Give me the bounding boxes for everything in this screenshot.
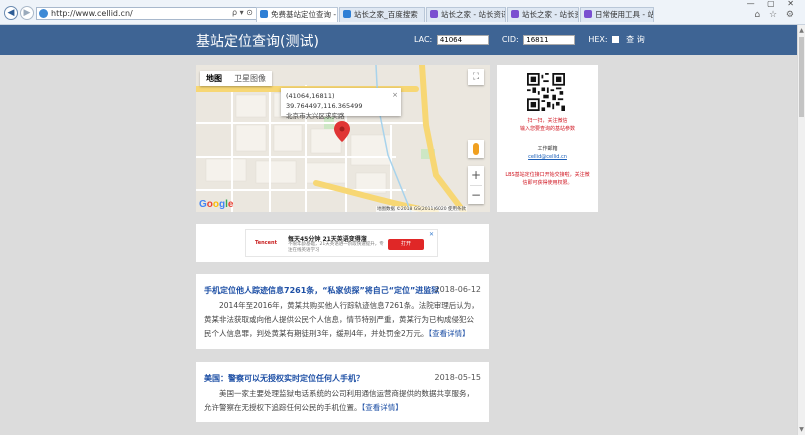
map-type-control: 地图 卫星图像 [200,71,272,86]
tab-favicon-icon [343,10,351,18]
browser-toolbar: ◀ ▶ http://www.cellid.cn/ ρ ▾ ⊙ ✕ 免费基站定位… [0,0,805,25]
scroll-down-icon[interactable]: ▼ [798,426,805,433]
scroll-thumb[interactable] [799,37,804,117]
news-date: 2018-06-12 [434,285,482,294]
browser-tab-2[interactable]: 站长之家_百度搜索 [339,7,425,22]
map-info-window: × (41064,16811) 39.764497,116.365499 北京市… [281,88,401,120]
google-logo: Google [199,199,234,210]
cid-label: CID: [501,35,519,44]
fullscreen-icon[interactable]: ⛶ [468,69,484,85]
forward-button[interactable]: ▶ [20,6,34,20]
cid-input[interactable] [523,34,576,45]
zoom-out-button[interactable]: − [468,186,484,204]
browser-tab-5[interactable]: 日常使用工具 - 站长工具 [580,7,654,22]
read-more-link[interactable]: 【查看详情】 [428,329,469,338]
lac-label: LAC: [414,35,433,44]
address-url: http://www.cellid.cn/ [51,9,133,18]
lbs-notice: LBS基站定位接口开始交接啦，关注微信即可获得使用权限。 [505,172,590,186]
browser-tab-4[interactable]: 站长之家 - 站长资讯 | 网站数... [507,7,579,22]
lac-input[interactable] [436,34,489,45]
ad-banner[interactable]: Tencent 每天45分钟 21天英语变得溜 不限年龄基础，21天英语进一阶段… [245,229,438,257]
info-address: 北京市大兴区求实路 [286,112,345,120]
browser-tab-3[interactable]: 站长之家 - 站长资讯 | 网站数... [426,7,506,22]
ad-description: 不限年龄基础，21天英语进一阶段快速提升，专注在线英语学习 [288,242,384,253]
tab-favicon-icon [511,10,519,18]
news-date: 2018-05-15 [434,373,482,382]
map-type-map-button[interactable]: 地图 [200,71,228,86]
news-title[interactable]: 手机定位他人踪迹信息7261条，“私家侦探”将自己“定位”进监狱 [204,285,439,296]
map-type-satellite-button[interactable]: 卫星图像 [228,71,272,86]
qr-instruction: 扫一扫，关注微信 输入您要查询的基站参数 [519,118,575,132]
page-title: 基站定位查询(测试) [196,34,319,50]
tab-favicon-icon [584,10,592,18]
favicon-icon [39,9,48,18]
query-button[interactable]: 查 询 [626,34,645,45]
tab-favicon-icon [430,10,438,18]
contact-label: 工作邮箱 [537,146,558,152]
news-body: 2014年至2016年，黄某共购买他人行踪轨迹信息7261条。法院审理后认为，黄… [204,301,479,338]
ad-close-icon[interactable]: ✕ [429,231,434,238]
browser-tab-1[interactable]: 免费基站定位查询 - 通过lac... [256,7,338,22]
advertisement: Tencent 每天45分钟 21天英语变得溜 不限年龄基础，21天英语进一阶段… [196,224,489,262]
hex-checkbox[interactable] [611,36,619,43]
news-title[interactable]: 美国：警察可以无授权实时定位任何人手机？ [204,373,364,384]
browser-tool-icons[interactable]: ⌂ ☆ ⚙ [754,10,797,20]
read-more-link[interactable]: 【查看详情】 [362,403,403,412]
query-form: LAC: CID: HEX: 查 询 [414,34,645,45]
email-link[interactable]: cellid@cellid.cn [503,153,592,161]
zoom-in-button[interactable]: + [468,166,484,185]
window-controls[interactable]: — ▢ ✕ [747,0,799,8]
info-coordinates: (41064,16811) 39.764497,116.365499 [286,92,363,110]
scroll-up-icon[interactable]: ▲ [798,27,805,34]
ad-logo: Tencent [254,240,277,246]
info-close-icon[interactable]: × [392,90,398,100]
ad-open-button[interactable]: 打开 [388,239,424,250]
news-body: 美国一家主要处理监狱电话系统的公司利用通信运营商提供的数据共享服务，允许警察在无… [204,389,474,412]
qr-panel: 扫一扫，关注微信 输入您要查询的基站参数 工作邮箱 cellid@cellid.… [497,65,598,212]
tab-favicon-icon [260,10,268,18]
qr-code-icon [527,73,565,111]
map-attribution: 地图数据 ©2018 GS(2011)6020 使用条款 [376,206,468,212]
site-header: 基站定位查询(测试) LAC: CID: HEX: 查 询 [0,25,797,55]
back-button[interactable]: ◀ [4,6,18,20]
news-item: 手机定位他人踪迹信息7261条，“私家侦探”将自己“定位”进监狱 2018-06… [196,274,489,349]
zoom-control: + − [468,166,484,204]
street-view-pegman-icon[interactable] [468,140,484,158]
contact-info: 工作邮箱 cellid@cellid.cn [503,145,592,161]
vertical-scrollbar[interactable]: ▲ ▼ [797,25,805,435]
news-item: 美国：警察可以无授权实时定位任何人手机？ 2018-05-15 美国一家主要处理… [196,362,489,422]
hex-label: HEX: [588,35,608,44]
